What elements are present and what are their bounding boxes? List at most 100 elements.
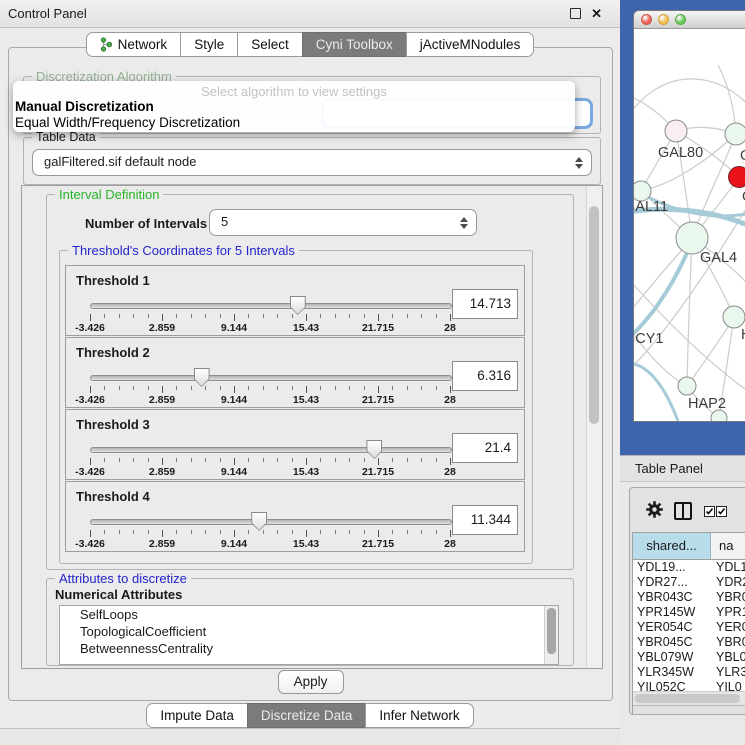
- minimize-light[interactable]: [658, 14, 669, 25]
- network-node[interactable]: [678, 377, 696, 395]
- table-row[interactable]: YBR043CYBR0: [633, 590, 745, 605]
- threshold-value-field[interactable]: 11.344: [452, 505, 518, 535]
- cell-name: YBR0: [711, 590, 745, 605]
- tab-label: jActiveMNodules: [420, 33, 521, 56]
- tick-label: 15.43: [293, 394, 319, 406]
- tab-impute-data[interactable]: Impute Data: [146, 703, 248, 728]
- table-row[interactable]: YDR27...YDR2: [633, 575, 745, 590]
- tick-mark: [421, 314, 422, 318]
- tab-infer-network[interactable]: Infer Network: [365, 703, 473, 728]
- tick-label: -3.426: [75, 466, 105, 478]
- tick-mark: [191, 530, 192, 534]
- tick-label: 15.43: [293, 538, 319, 550]
- tick-label: 9.144: [221, 394, 247, 406]
- table-row[interactable]: YPR145WYPR1: [633, 605, 745, 620]
- tick-mark: [148, 386, 149, 390]
- tick-mark: [320, 530, 321, 534]
- network-node[interactable]: [634, 181, 651, 201]
- table-horizontal-scrollbar[interactable]: [633, 691, 745, 706]
- table-panel-footer: [633, 705, 745, 714]
- tick-mark: [421, 386, 422, 390]
- tick-mark: [392, 386, 393, 390]
- node-label: GCY1: [634, 331, 664, 347]
- slider-thumb[interactable]: [290, 296, 306, 315]
- zoom-light[interactable]: [675, 14, 686, 25]
- numerical-attributes-list[interactable]: SelfLoopsTopologicalCoefficientBetweenne…: [59, 605, 559, 665]
- cell-shared-name: YBR043C: [633, 590, 711, 605]
- scrollbar-thumb[interactable]: [589, 206, 599, 424]
- network-edge[interactable]: [687, 238, 692, 386]
- table-row[interactable]: YER054CYER0: [633, 620, 745, 635]
- list-item[interactable]: TopologicalCoefficient: [60, 623, 558, 640]
- tab-jactivemnodules[interactable]: jActiveMNodules: [406, 32, 535, 57]
- algorithm-option-manual[interactable]: Manual Discretization: [15, 99, 154, 114]
- network-edge[interactable]: [634, 79, 745, 124]
- network-node[interactable]: [665, 120, 687, 142]
- cell-name: YDL1: [711, 560, 745, 575]
- tab-network[interactable]: Network: [86, 32, 182, 57]
- apply-button[interactable]: Apply: [278, 670, 344, 694]
- slider-track[interactable]: [90, 519, 452, 525]
- slider-thumb[interactable]: [251, 512, 267, 531]
- table-data-combobox[interactable]: galFiltered.sif default node: [32, 149, 592, 176]
- network-edge[interactable]: [634, 241, 692, 341]
- list-item[interactable]: BetweennessCentrality: [60, 640, 558, 657]
- network-node[interactable]: [725, 123, 745, 145]
- scrollbar-thumb[interactable]: [547, 608, 556, 654]
- close-icon[interactable]: ✕: [591, 0, 602, 27]
- gear-icon[interactable]: [646, 501, 663, 523]
- list-item[interactable]: SelfLoops: [60, 606, 558, 623]
- tick-mark: [133, 458, 134, 462]
- tick-mark: [148, 458, 149, 462]
- tick-label: 28: [444, 394, 456, 406]
- tab-discretize-data[interactable]: Discretize Data: [247, 703, 367, 728]
- tick-mark: [234, 530, 235, 537]
- split-column-icon[interactable]: [674, 502, 692, 520]
- tick-mark: [306, 314, 307, 321]
- algorithm-option-equal-width[interactable]: Equal Width/Frequency Discretization: [15, 115, 240, 130]
- close-light[interactable]: [641, 14, 652, 25]
- table-row[interactable]: YBL079WYBL0: [633, 650, 745, 665]
- number-of-intervals-combobox[interactable]: 5: [209, 209, 477, 236]
- network-node[interactable]: [729, 167, 745, 188]
- network-view[interactable]: GAL80GACGAL11GAL4GCY1HHAP2: [634, 29, 745, 421]
- checkbox-icon[interactable]: [704, 506, 715, 517]
- tick-mark: [421, 458, 422, 462]
- tick-mark: [364, 530, 365, 534]
- slider-thumb[interactable]: [366, 440, 382, 459]
- tick-mark: [162, 314, 163, 321]
- table-row[interactable]: YBR045CYBR0: [633, 635, 745, 650]
- tab-label: Impute Data: [160, 704, 234, 727]
- table-row[interactable]: YIL052CYIL0: [633, 680, 745, 691]
- column-header-name[interactable]: na: [711, 533, 745, 559]
- float-window-icon[interactable]: [570, 8, 581, 19]
- column-header-shared-name[interactable]: shared...: [633, 533, 711, 559]
- threshold-label: Threshold 2: [76, 345, 150, 360]
- tick-mark: [191, 458, 192, 462]
- table-row[interactable]: YLR345WYLR3: [633, 665, 745, 680]
- slider-thumb[interactable]: [194, 368, 210, 387]
- table-body: YDL19...YDL1YDR27...YDR2YBR043CYBR0YPR14…: [633, 560, 745, 691]
- network-edge[interactable]: [634, 364, 678, 421]
- tick-mark: [436, 458, 437, 462]
- checkbox-icon[interactable]: [716, 506, 727, 517]
- tab-label: Cyni Toolbox: [316, 33, 393, 56]
- cell-shared-name: YDL19...: [633, 560, 711, 575]
- tick-mark: [220, 314, 221, 318]
- tab-select[interactable]: Select: [237, 32, 303, 57]
- tab-style[interactable]: Style: [180, 32, 238, 57]
- threshold-value-field[interactable]: 21.4: [452, 433, 518, 463]
- threshold-value-field[interactable]: 14.713: [452, 289, 518, 319]
- network-node[interactable]: [723, 306, 745, 328]
- tab-cyni-toolbox[interactable]: Cyni Toolbox: [302, 32, 407, 57]
- scrollbar-thumb[interactable]: [635, 694, 740, 703]
- slider-track[interactable]: [90, 375, 452, 381]
- slider-track[interactable]: [90, 447, 452, 453]
- slider-tick-labels: -3.4262.8599.14415.4321.71528: [90, 322, 450, 334]
- slider-track[interactable]: [90, 303, 452, 309]
- table-row[interactable]: YDL19...YDL1: [633, 560, 745, 575]
- attributes-scrollbar[interactable]: [544, 606, 558, 664]
- tick-mark: [191, 314, 192, 318]
- threshold-value-field[interactable]: 6.316: [452, 361, 518, 391]
- settings-vertical-scrollbar[interactable]: [586, 186, 602, 668]
